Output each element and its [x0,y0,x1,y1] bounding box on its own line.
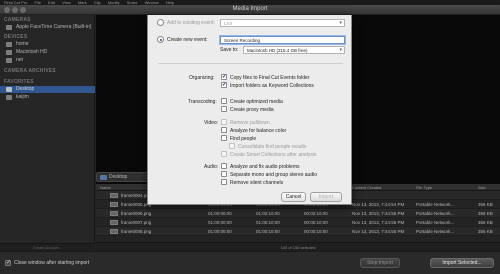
analyze-color-label: Analyze for balance color [230,128,287,134]
create-optimized-label: Create optimized media [230,99,283,105]
window-title: Media Import [232,6,268,12]
audio-label: Audio: [204,164,219,170]
existing-event-select[interactable]: LXX [220,19,345,27]
create-proxy-label: Create proxy media [230,107,274,113]
organizing-label: Organizing: [189,75,215,81]
consolidate-people-checkbox[interactable] [229,143,235,149]
remove-pulldown-checkbox[interactable] [221,119,227,125]
cancel-button[interactable]: Cancel [281,192,306,202]
separate-mono-checkbox[interactable] [221,171,227,177]
copy-files-checkbox[interactable] [221,73,227,80]
find-people-checkbox[interactable] [221,135,227,141]
add-existing-event-label: Add to existing event: [167,20,215,26]
remove-silent-label: Remove silent channels [230,180,284,186]
import-folders-checkbox[interactable] [221,81,227,88]
new-event-name-field[interactable]: Screen Recording [220,36,345,44]
create-optimized-checkbox[interactable] [221,98,227,104]
copy-files-label: Copy files to Final Cut Events folder [230,75,310,81]
video-label: Video: [204,120,219,126]
analyze-color-checkbox[interactable] [221,127,227,133]
stop-import-button[interactable]: Stop Import [360,258,400,268]
remove-silent-checkbox[interactable] [221,179,227,185]
create-proxy-checkbox[interactable] [221,106,227,112]
add-existing-event-radio[interactable] [157,19,164,26]
create-new-event-label: Create new event: [167,37,208,43]
analyze-audio-checkbox[interactable] [221,163,227,169]
analyze-audio-label: Analyze and fix audio problems [230,164,300,170]
bottom-bar: Close window after starting import Stop … [0,251,500,274]
import-button[interactable]: Import [310,192,342,202]
import-selected-button[interactable]: Import Selected... [430,258,494,268]
import-folders-label: Import folders as Keyword Collections [230,83,314,89]
save-to-label: Save to: [220,47,239,53]
divider [158,63,343,64]
save-to-select[interactable]: Macintosh HD (215.4 GB free) [243,46,345,54]
import-options-dialog: Add to existing event: LXX Create new ev… [147,15,352,205]
find-people-label: Find people [230,136,257,142]
remove-pulldown-label: Remove pulldown [230,120,270,126]
separate-mono-label: Separate mono and group stereo audio [230,172,318,178]
consolidate-people-label: Consolidate find people results [238,144,307,150]
smart-collections-checkbox[interactable] [221,151,227,157]
create-new-event-radio[interactable] [157,36,164,43]
close-window-checkbox[interactable] [5,259,11,266]
transcoding-label: Transcoding: [188,99,217,105]
close-window-label: Close window after starting import [14,260,90,266]
smart-collections-label: Create Smart Collections after analysis [230,152,317,158]
window-titlebar: Media Import [0,5,500,15]
